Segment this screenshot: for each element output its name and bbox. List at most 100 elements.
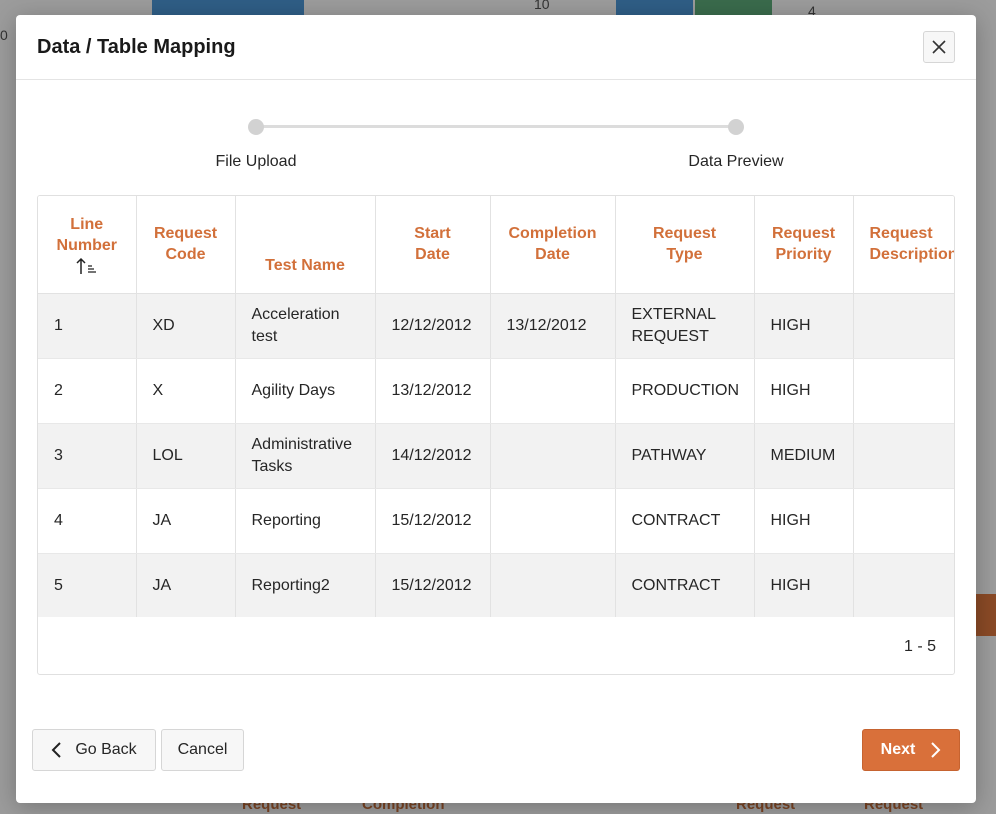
- background-button: [976, 594, 996, 636]
- cell-start-date: 13/12/2012: [375, 358, 491, 424]
- chevron-right-icon: [931, 742, 941, 758]
- cell-request-description: [853, 553, 954, 617]
- cell-test-name: Administrative Tasks: [235, 423, 376, 489]
- column-header-label: Code: [165, 246, 206, 264]
- cell-request-type: EXTERNAL REQUEST: [615, 293, 755, 359]
- cell-request-type: PATHWAY: [615, 423, 755, 489]
- cell-line-number: 4: [38, 488, 137, 554]
- column-header-label: Test Name: [265, 256, 345, 274]
- cell-request-code: JA: [136, 553, 236, 617]
- cell-start-date: 15/12/2012: [375, 488, 491, 554]
- data-preview-table: Line Number Request Code Test Name Start…: [38, 196, 954, 617]
- cell-test-name: Reporting2: [235, 553, 376, 617]
- column-header-label: Type: [666, 246, 703, 264]
- column-header-request-code[interactable]: Request Code: [136, 196, 236, 294]
- cancel-label: Cancel: [177, 741, 228, 758]
- wizard-progress: File Upload Data Preview: [16, 115, 976, 185]
- cancel-button[interactable]: Cancel: [161, 729, 244, 771]
- background-axis-label: 10: [534, 0, 550, 12]
- cell-request-type: CONTRACT: [615, 488, 755, 554]
- cell-completion-date: [490, 488, 616, 554]
- column-header-line-number[interactable]: Line Number: [38, 196, 137, 294]
- cell-request-description: [853, 423, 954, 489]
- table-row: 4 JA Reporting 15/12/2012 CONTRACT HIGH: [38, 488, 954, 554]
- column-header-label: Completion: [508, 225, 597, 243]
- column-header-label: Request: [652, 225, 717, 243]
- cell-request-code: X: [136, 358, 236, 424]
- cell-request-code: JA: [136, 488, 236, 554]
- column-header-label: Line: [70, 215, 104, 233]
- cell-start-date: 15/12/2012: [375, 553, 491, 617]
- background-axis-label: 0: [0, 27, 8, 43]
- wizard-step-label-data-preview: Data Preview: [688, 153, 784, 170]
- cell-test-name: Reporting: [235, 488, 376, 554]
- close-icon: [932, 40, 946, 54]
- cell-request-type: CONTRACT: [615, 553, 755, 617]
- go-back-button[interactable]: Go Back: [32, 729, 156, 771]
- wizard-track: [256, 125, 736, 128]
- cell-start-date: 14/12/2012: [375, 423, 491, 489]
- cell-test-name: Agility Days: [235, 358, 376, 424]
- cell-line-number: 2: [38, 358, 137, 424]
- column-header-label: Number: [56, 236, 117, 254]
- wizard-step-marker-data-preview: [728, 119, 744, 135]
- sort-ascending-icon: [76, 257, 96, 274]
- cell-completion-date: [490, 358, 616, 424]
- cell-completion-date: 13/12/2012: [490, 293, 616, 359]
- next-button[interactable]: Next: [862, 729, 960, 771]
- close-button[interactable]: [923, 31, 955, 63]
- column-header-label: Date: [415, 246, 450, 264]
- column-header-test-name[interactable]: Test Name: [235, 196, 376, 294]
- chevron-left-icon: [51, 742, 62, 758]
- column-header-label: Request: [153, 225, 218, 243]
- cell-request-description: [853, 358, 954, 424]
- column-header-request-description[interactable]: Request Description: [853, 196, 955, 294]
- cell-request-priority: HIGH: [754, 358, 854, 424]
- column-header-label: Start: [414, 225, 451, 243]
- column-header-label: Request: [771, 225, 836, 243]
- dialog-title: Data / Table Mapping: [37, 35, 236, 58]
- column-header-label: Description: [869, 246, 955, 264]
- cell-request-code: XD: [136, 293, 236, 359]
- wizard-step-label-file-upload: File Upload: [215, 153, 297, 170]
- table-row: 3 LOL Administrative Tasks 14/12/2012 PATHWA…: [38, 423, 954, 489]
- column-header-request-priority[interactable]: Request Priority: [754, 196, 854, 294]
- table-row: 5 JA Reporting2 15/12/2012 CONTRACT HIGH: [38, 553, 954, 617]
- cell-request-description: [853, 293, 954, 359]
- column-header-request-type[interactable]: Request Type: [615, 196, 755, 294]
- pagination-range: 1 - 5: [903, 638, 936, 655]
- cell-line-number: 5: [38, 553, 137, 617]
- column-header-start-date[interactable]: Start Date: [375, 196, 491, 294]
- cell-line-number: 3: [38, 423, 137, 489]
- table-body: 1 XD Acceleration test 12/12/2012 13/12/2012…: [38, 293, 954, 617]
- next-label: Next: [880, 741, 916, 758]
- cell-start-date: 12/12/2012: [375, 293, 491, 359]
- wizard-step-marker-file-upload: [248, 119, 264, 135]
- cell-test-name: Acceleration test: [235, 293, 376, 359]
- go-back-label: Go Back: [75, 741, 137, 758]
- data-preview-report: Line Number Request Code Test Name Start…: [37, 195, 955, 675]
- table-header-row: Line Number Request Code Test Name Start…: [38, 196, 955, 294]
- table-row: 1 XD Acceleration test 12/12/2012 13/12/2012…: [38, 293, 954, 359]
- data-mapping-dialog: Data / Table Mapping File Upload Data Pr…: [16, 15, 976, 803]
- cell-completion-date: [490, 423, 616, 489]
- background-chart-bar: [152, 0, 304, 15]
- cell-request-description: [853, 488, 954, 554]
- column-header-label: Priority: [775, 246, 832, 264]
- dialog-header: Data / Table Mapping: [16, 15, 976, 80]
- cell-request-priority: MEDIUM: [754, 423, 854, 489]
- cell-completion-date: [490, 553, 616, 617]
- table-scroll-container[interactable]: Line Number Request Code Test Name Start…: [38, 196, 954, 617]
- cell-request-type: PRODUCTION: [615, 358, 755, 424]
- cell-request-priority: HIGH: [754, 553, 854, 617]
- cell-request-priority: HIGH: [754, 293, 854, 359]
- cell-line-number: 1: [38, 293, 137, 359]
- background-chart-bar: [695, 0, 772, 15]
- column-header-completion-date[interactable]: Completion Date: [490, 196, 616, 294]
- cell-request-code: LOL: [136, 423, 236, 489]
- background-chart-bar: [616, 0, 693, 15]
- column-header-label: Request: [869, 225, 933, 243]
- cell-request-priority: HIGH: [754, 488, 854, 554]
- table-row: 2 X Agility Days 13/12/2012 PRODUCTION HIGH: [38, 358, 954, 424]
- column-header-label: Date: [535, 246, 570, 264]
